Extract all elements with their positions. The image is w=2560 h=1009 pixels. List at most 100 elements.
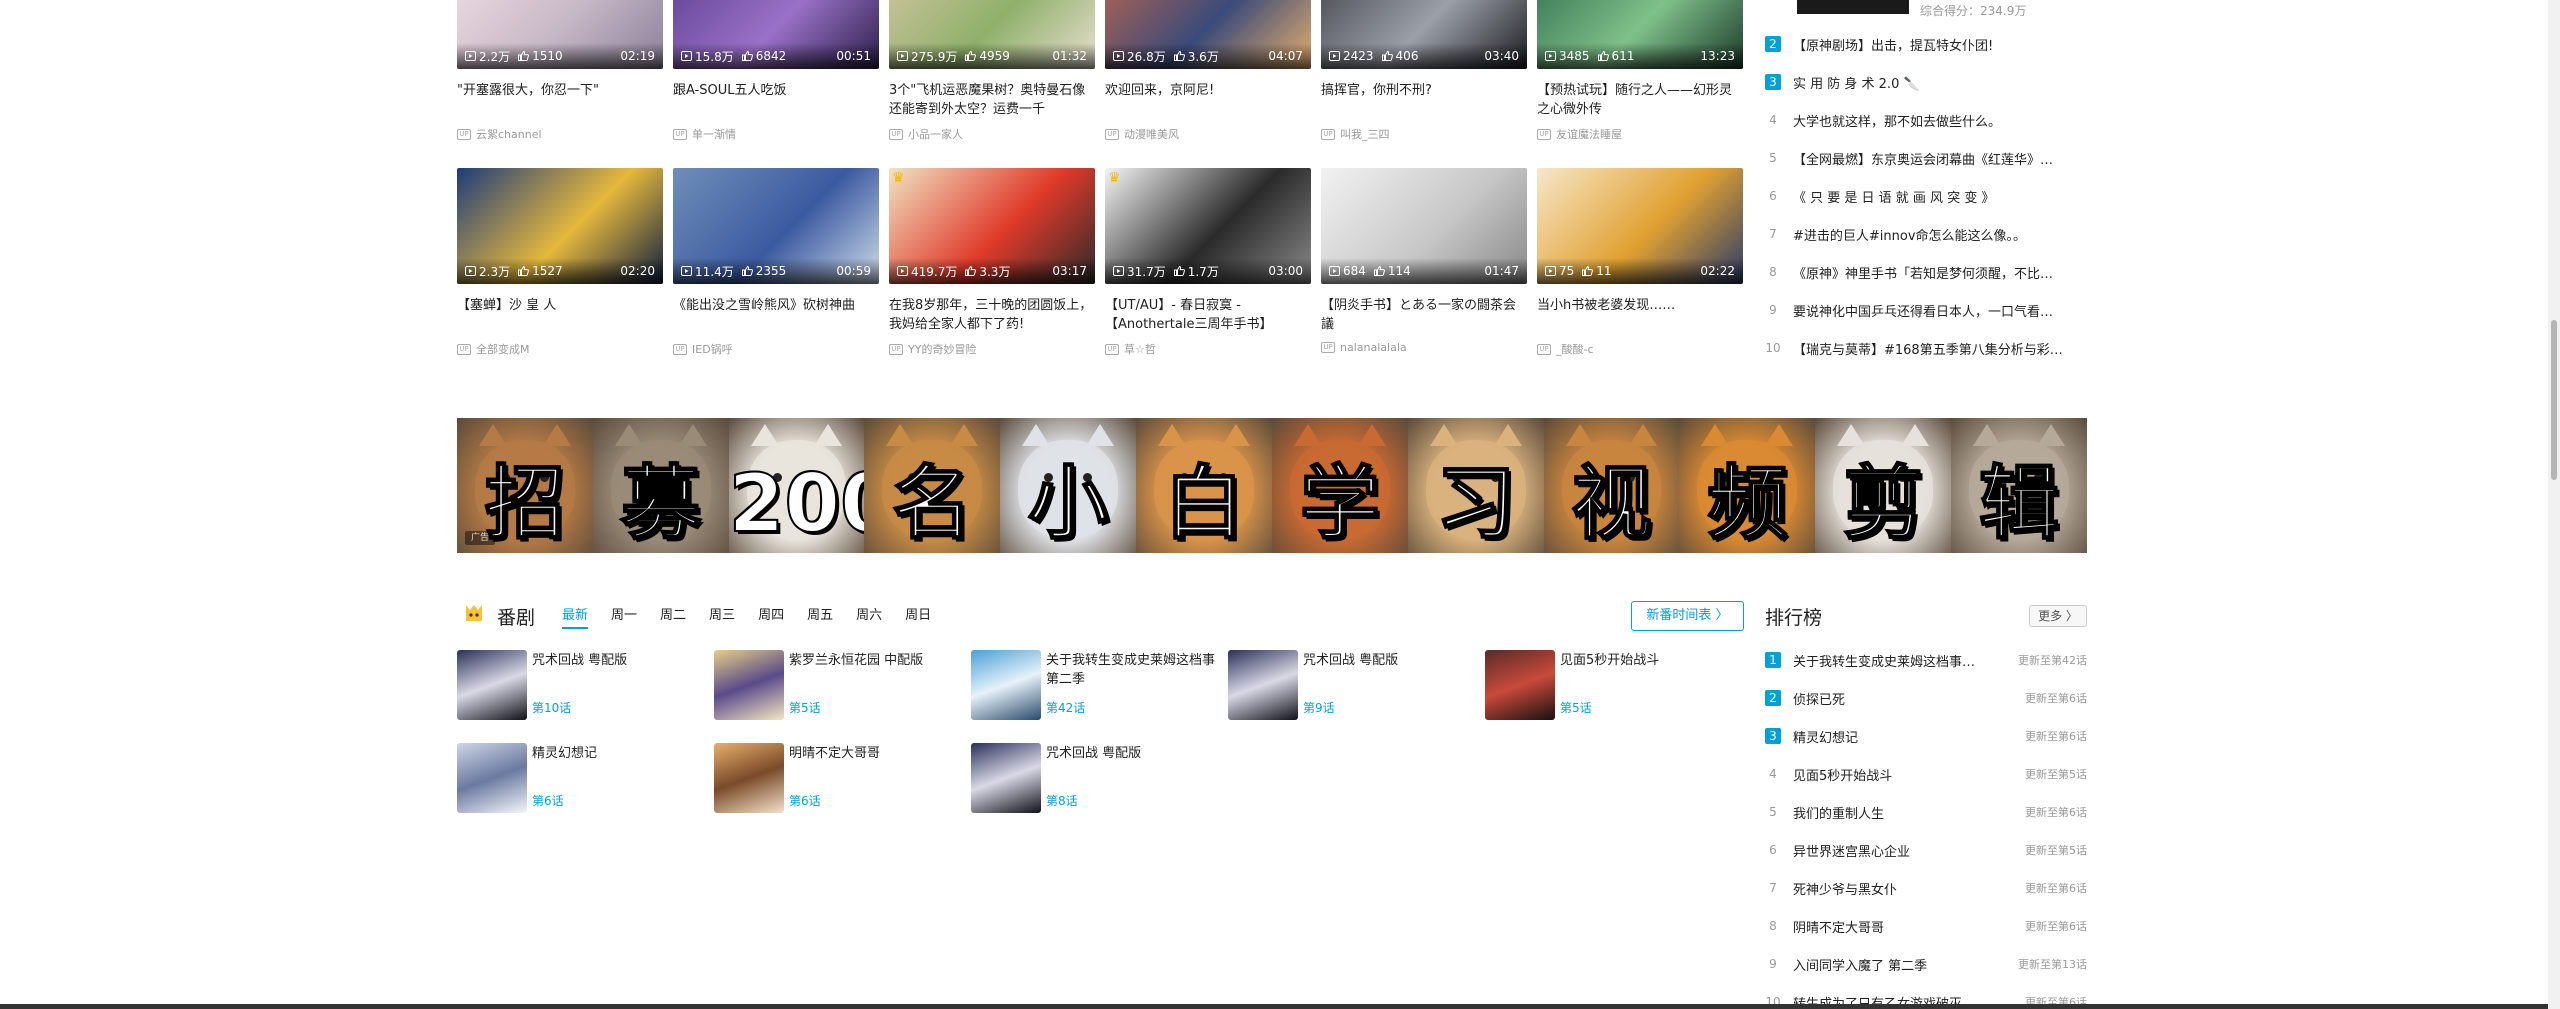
rank-item[interactable]: 8 阴晴不定大哥哥 更新至第6话 <box>1765 915 2087 937</box>
rank-item[interactable]: 3 精灵幻想记 更新至第6话 <box>1765 725 2087 747</box>
video-thumbnail[interactable]: 75 11 02:22 <box>1537 168 1743 284</box>
bangumi-episode[interactable]: 第5话 <box>789 699 821 716</box>
video-uploader[interactable]: UP 小品一家人 <box>889 126 1095 142</box>
video-title[interactable]: 【UT/AU】- 春日寂寞 - 【Anothertale三周年手书】 <box>1105 296 1311 334</box>
bangumi-name[interactable]: 咒术回战 粤配版 <box>1046 744 1216 763</box>
video-title[interactable]: 【预热试玩】随行之人——幻形灵之心微外传 <box>1537 81 1743 119</box>
rank-item[interactable]: 5 【全网最燃】东京奥运会闭幕曲《红莲华》… <box>1765 147 2087 169</box>
rank-item[interactable]: 4 见面5秒开始战斗 更新至第5话 <box>1765 763 2087 785</box>
tab-2[interactable]: 周二 <box>660 604 686 629</box>
tab-0[interactable]: 最新 <box>562 604 589 629</box>
tab-7[interactable]: 周日 <box>905 604 931 629</box>
rank-item[interactable]: 7 #进击的巨人#innov命怎么能这么像。。 <box>1765 223 2087 245</box>
bangumi-item[interactable]: 咒术回战 粤配版 第10话 <box>457 650 702 720</box>
video-uploader[interactable]: UP 动漫唯美风 <box>1105 126 1311 142</box>
bangumi-episode[interactable]: 第6话 <box>789 792 821 809</box>
video-thumbnail[interactable]: ♛ 419.7万 3.3万 03:17 <box>889 168 1095 284</box>
bangumi-episode[interactable]: 第8话 <box>1046 792 1078 809</box>
video-thumbnail[interactable]: ♛ 31.7万 1.7万 03:00 <box>1105 168 1311 284</box>
bangumi-episode[interactable]: 第42话 <box>1046 699 1085 716</box>
video-uploader[interactable]: UP 全部变成M <box>457 341 663 357</box>
video-uploader[interactable]: UP 友谊魔法睡屋 <box>1537 126 1743 142</box>
rank-item[interactable]: 7 死神少爷与黑女仆 更新至第6话 <box>1765 877 2087 899</box>
rank-item[interactable]: 5 我们的重制人生 更新至第6话 <box>1765 801 2087 823</box>
bangumi-name[interactable]: 见面5秒开始战斗 <box>1560 651 1730 670</box>
rank-item[interactable]: 6 《 只 要 是 日 语 就 画 风 突 变 》 <box>1765 185 2087 207</box>
tab-5[interactable]: 周五 <box>807 604 833 629</box>
bangumi-episode[interactable]: 第5话 <box>1560 699 1592 716</box>
tab-3[interactable]: 周三 <box>709 604 735 629</box>
video-uploader[interactable]: UP 草☆哲 <box>1105 341 1311 357</box>
page-scrollbar[interactable] <box>2548 0 2560 1009</box>
rank-item[interactable]: 8 《原神》神里手书「若知是梦何须醒，不比… <box>1765 261 2087 283</box>
video-title[interactable]: 【塞蝉】沙 皇 人 <box>457 296 663 315</box>
video-thumbnail[interactable]: 2423 406 03:40 <box>1321 0 1527 69</box>
video-thumbnail[interactable]: 26.8万 3.6万 04:07 <box>1105 0 1311 69</box>
bangumi-name[interactable]: 精灵幻想记 <box>532 744 702 763</box>
rank-first-thumbnail[interactable] <box>1797 0 1909 14</box>
bangumi-episode[interactable]: 第9话 <box>1303 699 1335 716</box>
bangumi-name[interactable]: 咒术回战 粤配版 <box>532 651 702 670</box>
video-uploader[interactable]: UP 叫我_三四 <box>1321 126 1527 142</box>
video-title[interactable]: 在我8岁那年，三十晚的团圆饭上，我妈给全家人都下了药! <box>889 296 1095 334</box>
video-thumbnail[interactable]: 15.8万 6842 00:51 <box>673 0 879 69</box>
rank-item[interactable]: 3 实 用 防 身 术 2.0 🔪 <box>1765 71 2087 93</box>
video-title[interactable]: 【阴炎手书】とある一家の闘茶会議 <box>1321 296 1527 334</box>
video-title[interactable]: 欢迎回来，京阿尼! <box>1105 81 1311 100</box>
rank-item[interactable]: 6 异世界迷宫黑心企业 更新至第5话 <box>1765 839 2087 861</box>
video-title[interactable]: 《能出没之雪岭熊风》砍树神曲 <box>673 296 879 315</box>
bangumi-name[interactable]: 咒术回战 粤配版 <box>1303 651 1473 670</box>
video-title[interactable]: 当小h书被老婆发现…… <box>1537 296 1743 315</box>
bangumi-name[interactable]: 明晴不定大哥哥 <box>789 744 959 763</box>
video-uploader[interactable]: UP YY的奇妙冒险 <box>889 341 1095 357</box>
bangumi-item[interactable]: 精灵幻想记第6话 <box>457 743 702 813</box>
bangumi-item[interactable]: 咒术回战 粤配版 第9话 <box>1228 650 1473 720</box>
video-title[interactable]: 跟A-SOUL五人吃饭 <box>673 81 879 100</box>
video-uploader[interactable]: UP IED锅呼 <box>673 341 879 357</box>
bangumi-cover[interactable] <box>1228 650 1298 720</box>
video-thumbnail[interactable]: 2.3万 1527 02:20 <box>457 168 663 284</box>
bangumi-cover[interactable] <box>714 650 784 720</box>
video-title[interactable]: 3个"飞机运恶魔果树？奥特曼石像还能寄到外太空？运费一千 <box>889 81 1095 119</box>
rank-item[interactable]: 2 【原神剧场】出击，提瓦特女仆团! <box>1765 33 2087 55</box>
bangumi-cover[interactable] <box>1485 650 1555 720</box>
bangumi-cover[interactable] <box>457 743 527 813</box>
tab-4[interactable]: 周四 <box>758 604 784 629</box>
rank-more-button[interactable]: 更多 〉 <box>2029 605 2087 627</box>
bangumi-item[interactable]: 咒术回战 粤配版 第8话 <box>971 743 1216 813</box>
rank-item[interactable]: 10 【瑞克与莫蒂】#168第五季第八集分析与彩… <box>1765 337 2087 359</box>
bangumi-episode[interactable]: 第10话 <box>532 699 571 716</box>
bangumi-item[interactable]: 明晴不定大哥哥 第6话 <box>714 743 959 813</box>
rank-item[interactable]: 9 要说神化中国乒乓还得看日本人，一口气看… <box>1765 299 2087 321</box>
video-thumbnail[interactable]: 684 114 01:47 <box>1321 168 1527 284</box>
video-thumbnail[interactable]: 2.2万 1510 02:19 <box>457 0 663 69</box>
bangumi-item[interactable]: 紫罗兰永恒花园 中配版 第5话 <box>714 650 959 720</box>
video-uploader[interactable]: UP _酸酸-c <box>1537 341 1743 357</box>
bangumi-episode[interactable]: 第6话 <box>532 792 564 809</box>
bangumi-name[interactable]: 关于我转生变成史莱姆这档事 第二季 <box>1046 651 1216 689</box>
bangumi-name[interactable]: 紫罗兰永恒花园 中配版 <box>789 651 959 670</box>
bangumi-item[interactable]: 关于我转生变成史莱姆这档事 第二季第42话 <box>971 650 1216 720</box>
rank-item[interactable]: 4 大学也就这样，那不如去做些什么。 <box>1765 109 2087 131</box>
bangumi-item[interactable]: 见面5秒开始战斗 第5话 <box>1485 650 1730 720</box>
video-title[interactable]: 搞挥官，你刑不刑? <box>1321 81 1527 100</box>
rank-item[interactable]: 9 入间同学入魔了 第二季 更新至第13话 <box>1765 953 2087 975</box>
rank-item[interactable]: 1 关于我转生变成史莱姆这档事… 更新至第42话 <box>1765 649 2087 671</box>
video-thumbnail[interactable]: 11.4万 2355 00:59 <box>673 168 879 284</box>
bangumi-cover[interactable] <box>971 650 1041 720</box>
bangumi-cover[interactable] <box>714 743 784 813</box>
video-uploader[interactable]: UP nalanalalala <box>1321 341 1527 354</box>
bangumi-cover[interactable] <box>971 743 1041 813</box>
timetable-button[interactable]: 新番时间表 〉 <box>1631 601 1744 631</box>
video-uploader[interactable]: UP 单一渐情 <box>673 126 879 142</box>
video-thumbnail[interactable]: 3485 611 13:23 <box>1537 0 1743 69</box>
video-thumbnail[interactable]: 275.9万 4959 01:32 <box>889 0 1095 69</box>
tab-1[interactable]: 周一 <box>611 604 637 629</box>
video-title[interactable]: "开塞露很大，你忍一下" <box>457 81 663 100</box>
ad-banner[interactable]: 招广告募 200 名小白学习视频剪辑 <box>457 418 2087 553</box>
tab-6[interactable]: 周六 <box>856 604 882 629</box>
scroll-thumb[interactable] <box>2551 320 2557 480</box>
video-uploader[interactable]: UP 云絮channel <box>457 126 663 142</box>
rank-item[interactable]: 2 侦探已死 更新至第6话 <box>1765 687 2087 709</box>
bangumi-cover[interactable] <box>457 650 527 720</box>
